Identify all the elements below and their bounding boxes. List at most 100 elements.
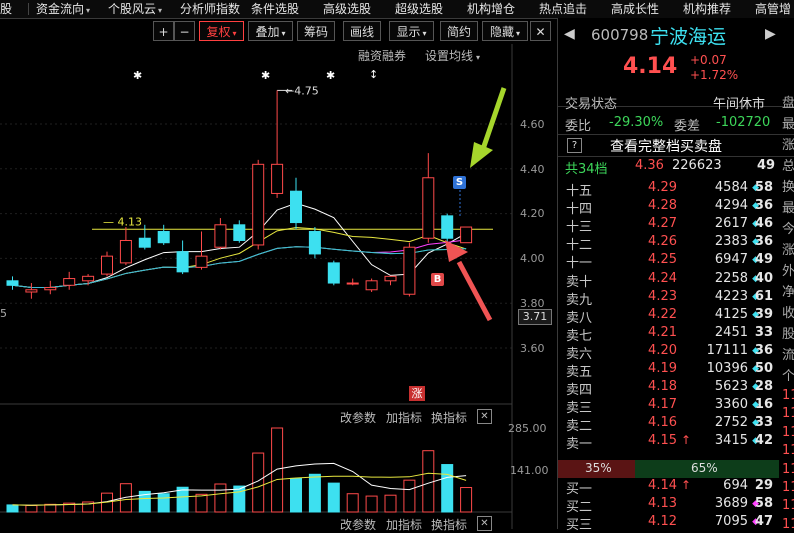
event-star-icon[interactable]: ✱ — [133, 69, 142, 82]
level-price: 4.18 — [648, 379, 677, 395]
gaicanshu-link[interactable]: 改参数 — [340, 409, 376, 426]
ma5-line — [12, 202, 467, 289]
level-order-count: 58 — [754, 180, 773, 195]
order-book-row[interactable]: 卖十 4.24 2258 ◆ 40 — [558, 270, 794, 290]
menu-gaochengzhangxing[interactable]: 高成长性 — [611, 1, 659, 17]
order-book-row[interactable]: 买二 4.13 3689 ◆ 58 — [558, 496, 794, 515]
total-price: 4.36 — [635, 158, 664, 173]
stock-name: 宁波海运 — [650, 26, 727, 48]
gaicanshu-link[interactable]: 改参数 — [340, 516, 376, 533]
side-summary-label: 今 — [782, 222, 794, 237]
volume-bar — [195, 493, 208, 513]
order-book-row[interactable]: 卖三 4.17 3360 ◆ 16 — [558, 397, 794, 416]
candle-body — [308, 231, 321, 255]
candle-body — [138, 237, 151, 248]
candle-body — [365, 280, 378, 291]
volume-bar — [441, 464, 454, 513]
level-price: 4.28 — [648, 198, 677, 214]
level-label: 卖二 — [566, 419, 593, 435]
order-book-row[interactable]: 卖八 4.22 4125 ◆ 39 — [558, 306, 794, 326]
vol-tick: 285.00 — [508, 422, 547, 435]
order-book-row[interactable]: 十五 4.29 4584 ◆ 58 — [558, 180, 794, 199]
buy-ratio: 65% — [691, 461, 718, 475]
vol-tick: 141.00 — [510, 464, 549, 477]
huanzhibiao-link[interactable]: 换指标 — [431, 516, 467, 533]
full-book-link[interactable]: 查看完整档买卖盘 — [610, 136, 722, 156]
level-order-count: 36 — [754, 234, 773, 250]
level-label: 十五 — [566, 184, 593, 199]
price-change: +0.07 — [690, 53, 727, 67]
level-order-count: 49 — [754, 252, 773, 268]
level-label: 买三 — [566, 518, 593, 533]
order-book-row[interactable]: 卖九 4.23 4223 ◆ 61 — [558, 288, 794, 308]
order-book-row[interactable]: 卖七 4.21 2451 33 — [558, 324, 794, 344]
order-book-row[interactable]: 卖六 4.20 17111 ◆ 36 — [558, 342, 794, 362]
next-stock-icon[interactable]: ▶ — [765, 26, 776, 42]
level-volume: 2752 — [714, 415, 748, 431]
candle-body — [384, 275, 397, 282]
volume-bar — [308, 473, 321, 513]
side-summary-label: 盘 — [782, 96, 794, 111]
order-book-row[interactable]: 卖一 4.15 ↑ 3415 ◆ 42 — [558, 433, 794, 452]
level-order-count: 28 — [754, 379, 773, 395]
chart-fragment-left: 5 — [0, 307, 7, 320]
level-order-count: 47 — [754, 514, 773, 529]
menu-gaoguanzengchi[interactable]: 高管增 — [755, 1, 791, 17]
candle-body — [233, 224, 246, 241]
weicha-value: -102720 — [716, 115, 771, 130]
price-tick: 4.00 — [520, 252, 545, 265]
prev-stock-icon[interactable]: ◀ — [564, 26, 575, 42]
level-price: 4.17 — [648, 397, 677, 413]
menu-jigoutuijian[interactable]: 机构推荐 — [683, 1, 731, 17]
order-book-row[interactable]: 买一 4.14 ↑ 694 29 — [558, 478, 794, 497]
volume-bar — [290, 477, 302, 513]
level-price: 4.15 — [648, 433, 677, 449]
side-summary-label: 涨 — [782, 138, 794, 153]
jiazhibiao-link[interactable]: 加指标 — [386, 516, 422, 533]
level-price: 4.24 — [648, 270, 677, 286]
candle-body — [403, 246, 416, 295]
order-book-row[interactable]: 十一 4.25 6947 ◆ 49 — [558, 252, 794, 271]
close-icon[interactable]: ✕ — [477, 409, 492, 424]
level-volume: 2383 — [714, 234, 748, 250]
order-book-row[interactable]: 卖五 4.19 10396 ◆ 50 — [558, 361, 794, 380]
sell-signal-icon[interactable]: S — [453, 176, 466, 189]
price-tick: 4.40 — [520, 163, 545, 176]
volume-bar — [25, 505, 38, 513]
buy-signal-icon[interactable]: B — [431, 273, 444, 286]
volume-bar — [176, 486, 189, 513]
level-order-count: 46 — [754, 216, 773, 232]
order-book-row[interactable]: 卖四 4.18 5623 ◆ 28 — [558, 379, 794, 398]
updown-arrow-icon[interactable]: ↕ — [369, 68, 378, 81]
level-volume: 2451 — [714, 324, 748, 340]
candle-body — [346, 282, 359, 285]
level-price: 4.21 — [648, 324, 677, 340]
level-order-count: 33 — [754, 324, 773, 340]
order-book-row[interactable]: 十四 4.28 4294 ◆ 36 — [558, 198, 794, 217]
jiazhibiao-link[interactable]: 加指标 — [386, 409, 422, 426]
volume-bar — [6, 504, 19, 513]
level-volume: 4584 — [714, 180, 748, 195]
side-summary-label: 最 — [782, 201, 794, 216]
event-star-icon[interactable]: ✱ — [326, 69, 335, 82]
huanzhibiao-link[interactable]: 换指标 — [431, 409, 467, 426]
candle-body — [441, 215, 454, 239]
zhangting-badge[interactable]: 涨 — [409, 386, 425, 401]
order-book-row[interactable]: 十二 4.26 2383 ◆ 36 — [558, 234, 794, 253]
order-book-row[interactable]: 十三 4.27 2617 ◆ 46 — [558, 216, 794, 235]
order-book-row[interactable]: 卖二 4.16 2752 ◆ 33 — [558, 415, 794, 435]
volume-bar — [214, 483, 227, 513]
kline-chart[interactable]: — 4.13 ←4.75 — [0, 0, 557, 529]
level-price: 4.22 — [648, 306, 677, 322]
level-order-count: 58 — [754, 496, 773, 511]
level-volume: 17111 — [706, 342, 748, 358]
level-price: 4.23 — [648, 288, 677, 304]
help-icon[interactable]: ? — [567, 138, 582, 153]
divider — [558, 134, 794, 135]
event-star-icon[interactable]: ✱ — [261, 69, 270, 82]
side-summary-label: 收 — [782, 306, 794, 321]
volume-bar — [422, 450, 435, 513]
volume-bar — [365, 495, 378, 513]
order-book-row[interactable]: 买三 4.12 7095 ◆ 47 — [558, 514, 794, 533]
level-order-count: 16 — [754, 397, 773, 413]
